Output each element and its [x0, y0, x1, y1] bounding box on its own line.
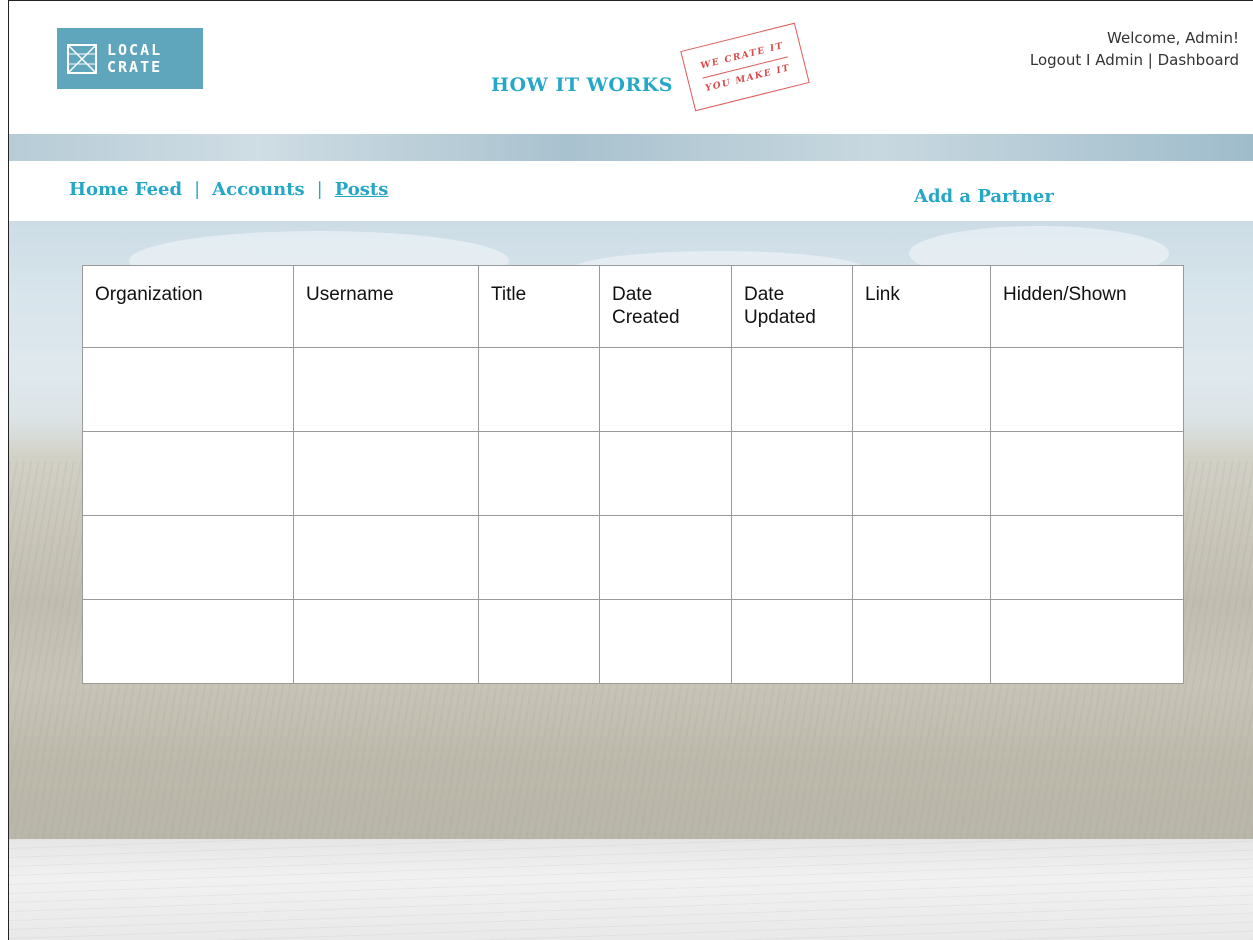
- table-cell: [731, 515, 853, 600]
- how-it-works-link[interactable]: HOW IT WORKS: [491, 74, 673, 96]
- dashboard-link[interactable]: Dashboard: [1158, 51, 1239, 69]
- table-cell: [293, 515, 479, 600]
- table-cell: [82, 347, 294, 432]
- column-header-date-created: Date Created: [599, 265, 732, 348]
- link-separator: |: [1143, 51, 1158, 69]
- add-partner-link[interactable]: Add a Partner: [914, 186, 1054, 207]
- table-cell: [731, 347, 853, 432]
- admin-link[interactable]: Admin: [1095, 51, 1143, 69]
- table-cell: [990, 431, 1184, 516]
- crate-icon: [67, 43, 97, 74]
- wood-footer-background: [9, 839, 1253, 940]
- table-cell: [852, 515, 991, 600]
- logo-line-2: CRATE: [107, 57, 163, 76]
- table-cell: [990, 599, 1184, 684]
- table-cell: [478, 431, 600, 516]
- account-links: Logout I Admin | Dashboard: [1030, 49, 1239, 71]
- table-cell: [852, 347, 991, 432]
- banner-image-strip: [9, 134, 1253, 161]
- nav-separator: |: [194, 179, 201, 200]
- table-cell: [990, 347, 1184, 432]
- table-cell: [478, 347, 600, 432]
- table-cell: [731, 431, 853, 516]
- table-cell: [599, 431, 732, 516]
- user-box: Welcome, Admin! Logout I Admin | Dashboa…: [1030, 27, 1239, 71]
- logo-line-1: LOCAL: [107, 40, 163, 59]
- page-frame: LOCAL CRATE HOW IT WORKS WE CRATE IT YOU…: [8, 0, 1253, 940]
- table-header-row: Organization Username Title Date Created…: [82, 265, 1184, 348]
- column-header-hidden-shown: Hidden/Shown: [990, 265, 1184, 348]
- table-cell: [82, 431, 294, 516]
- table-cell: [990, 515, 1184, 600]
- nav-separator: |: [316, 179, 323, 200]
- table-cell: [599, 347, 732, 432]
- table-cell: [599, 515, 732, 600]
- table-row: [82, 515, 1184, 600]
- column-header-title: Title: [478, 265, 600, 348]
- link-separator: I: [1081, 51, 1096, 69]
- posts-table-container: Organization Username Title Date Created…: [82, 265, 1184, 684]
- column-header-organization: Organization: [82, 265, 294, 348]
- we-crate-it-stamp: WE CRATE IT YOU MAKE IT: [680, 22, 810, 112]
- logout-link[interactable]: Logout: [1030, 51, 1081, 69]
- table-cell: [478, 515, 600, 600]
- table-cell: [478, 599, 600, 684]
- welcome-text: Welcome, Admin!: [1107, 29, 1239, 47]
- column-header-date-updated: Date Updated: [731, 265, 853, 348]
- nav-accounts[interactable]: Accounts: [212, 179, 305, 200]
- table-cell: [731, 599, 853, 684]
- table-cell: [82, 599, 294, 684]
- table-row: [82, 347, 1184, 432]
- table-cell: [82, 515, 294, 600]
- table-cell: [293, 347, 479, 432]
- nav-home-feed[interactable]: Home Feed: [69, 179, 182, 200]
- table-cell: [293, 431, 479, 516]
- local-crate-logo[interactable]: LOCAL CRATE: [57, 28, 203, 89]
- posts-table: Organization Username Title Date Created…: [82, 265, 1184, 684]
- nav-posts[interactable]: Posts: [335, 179, 389, 200]
- column-header-link: Link: [852, 265, 991, 348]
- admin-nav: Home Feed | Accounts | Posts: [69, 179, 388, 200]
- logo-wordmark: LOCAL CRATE: [107, 40, 163, 76]
- table-cell: [293, 599, 479, 684]
- table-cell: [599, 599, 732, 684]
- table-cell: [852, 431, 991, 516]
- table-row: [82, 431, 1184, 516]
- table-row: [82, 599, 1184, 684]
- table-cell: [852, 599, 991, 684]
- column-header-username: Username: [293, 265, 479, 348]
